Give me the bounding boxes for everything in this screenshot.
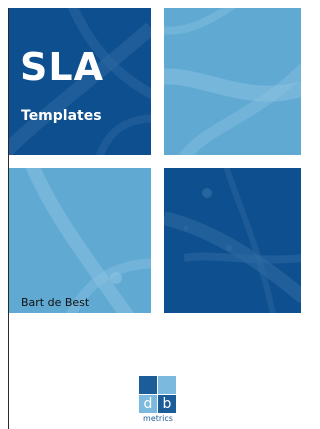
logo-square	[158, 376, 176, 394]
logo-square	[139, 376, 157, 394]
logo-letter-b: b	[162, 396, 172, 412]
cover-tile-bottom-left: Bart de Best	[9, 168, 151, 313]
logo-wordmark: metrics	[143, 414, 173, 423]
publisher-logo: d b metrics	[139, 376, 177, 426]
book-cover: SLA Templates Bart de Best d b metrics	[8, 8, 301, 429]
road-pattern-decoration	[164, 168, 301, 313]
logo-letter-d: d	[143, 396, 153, 412]
cover-tile-top-right	[164, 8, 301, 155]
road-pattern-decoration	[25, 168, 151, 313]
cover-author: Bart de Best	[21, 296, 90, 309]
cover-subtitle: Templates	[21, 108, 102, 124]
cover-tile-bottom-right	[164, 168, 301, 313]
logo-square: b	[158, 395, 176, 413]
cover-title: SLA	[20, 45, 104, 89]
logo-square: d	[139, 395, 157, 413]
road-pattern-decoration	[164, 8, 301, 155]
cover-tile-top-left: SLA Templates	[9, 8, 151, 155]
